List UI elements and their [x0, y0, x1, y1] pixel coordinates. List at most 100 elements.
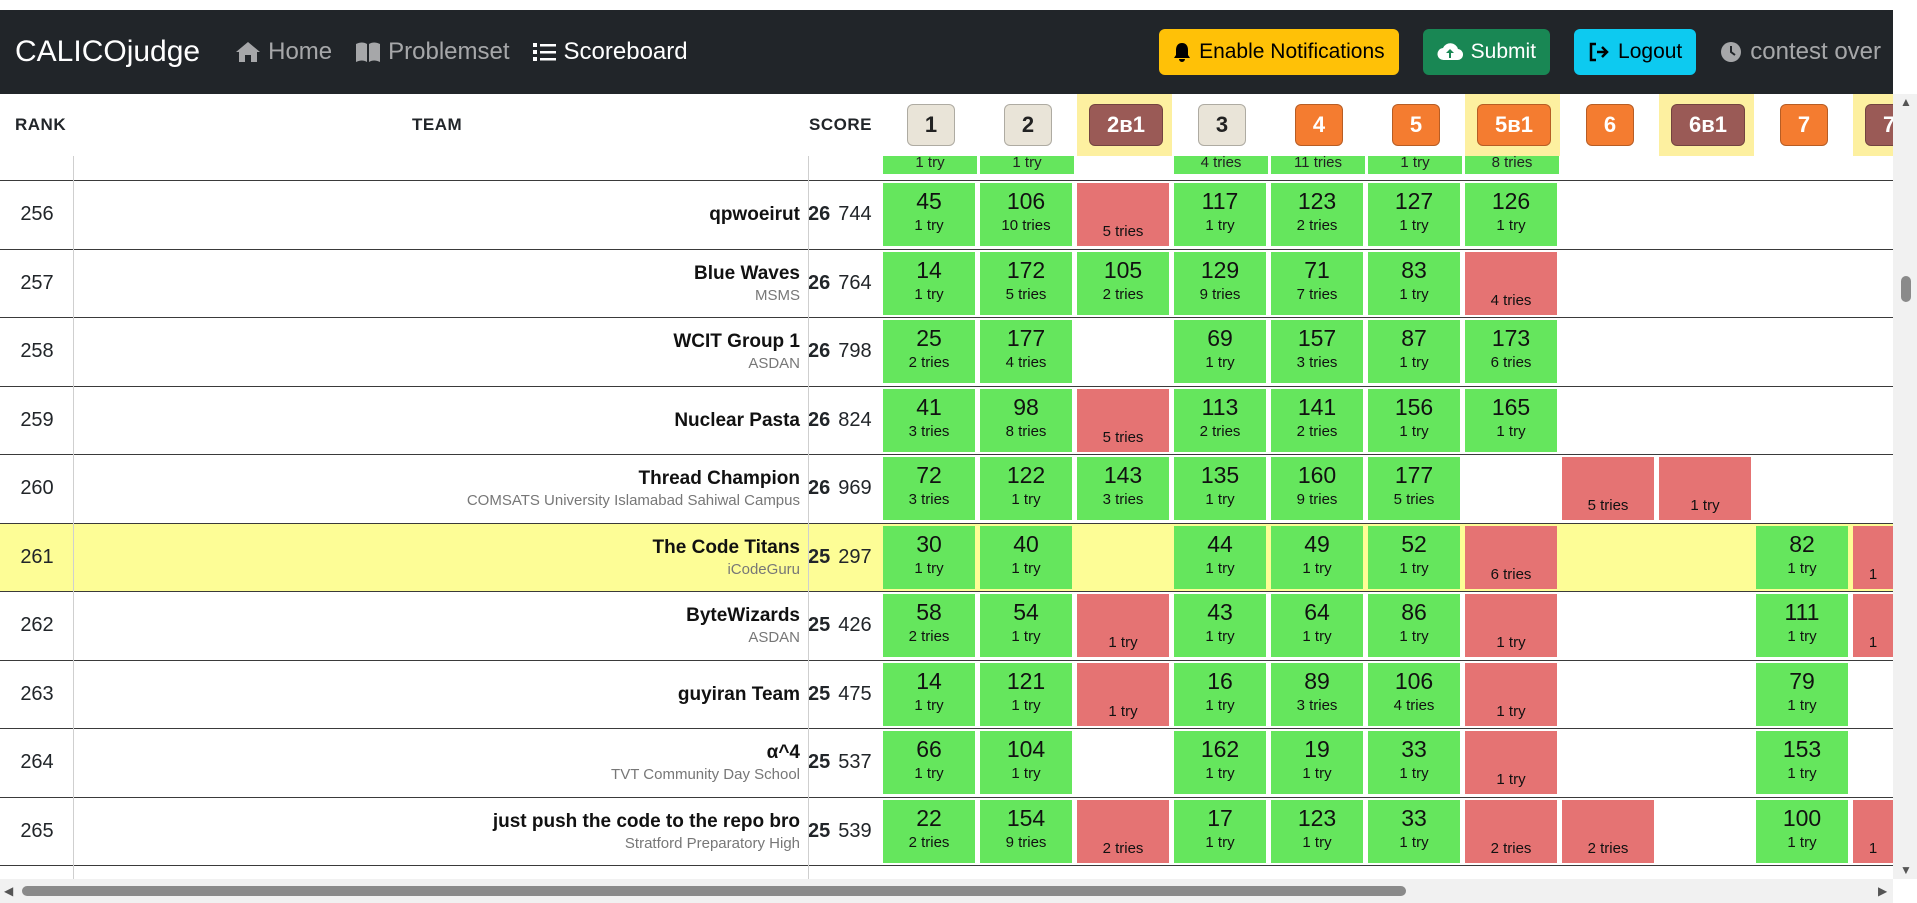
solved-cell[interactable]: 45 1 try [883, 183, 975, 246]
brand-logo[interactable]: CALICOjudge [15, 35, 200, 69]
solved-cell[interactable]: 40 1 try [980, 526, 1072, 589]
failed-cell[interactable]: 1 try [1465, 731, 1557, 794]
failed-cell[interactable]: 2 tries [1077, 800, 1169, 863]
vertical-scrollbar[interactable]: ▲ ▼ [1893, 94, 1917, 879]
problem-badge[interactable]: 4 [1295, 104, 1343, 146]
solved-cell[interactable]: 44 1 try [1174, 526, 1266, 589]
solved-cell[interactable]: 16 1 try [1174, 663, 1266, 726]
solved-cell[interactable]: 14 1 try [883, 252, 975, 315]
score-header[interactable]: SCORE [809, 94, 872, 156]
solved-cell[interactable]: 106 4 tries [1368, 663, 1460, 726]
solved-cell[interactable]: 71 7 tries [1271, 252, 1363, 315]
team-name[interactable]: α^4 [767, 741, 800, 765]
solved-cell[interactable]: 121 1 try [980, 663, 1072, 726]
problem-badge[interactable]: 6в1 [1671, 104, 1745, 146]
scroll-up-arrow-icon[interactable]: ▲ [1900, 96, 1912, 108]
solved-cell[interactable]: 177 4 tries [980, 320, 1072, 383]
solved-cell[interactable]: 177 5 tries [1368, 457, 1460, 520]
solved-cell[interactable]: 82 1 try [1756, 526, 1848, 589]
table-row[interactable]: 260 Thread Champion COMSATS University Isl… [0, 454, 1893, 522]
table-row[interactable]: 256 qpwoeirut 26 744 45 1 try 106 10 tries 5 tri… [0, 180, 1893, 248]
solved-cell[interactable]: 172 5 tries [980, 252, 1072, 315]
team-info[interactable]: Nuclear Pasta [74, 387, 800, 454]
horizontal-scroll-thumb[interactable] [22, 886, 1406, 896]
team-info[interactable]: guyiran Team [74, 661, 800, 728]
solved-cell[interactable]: 141 2 tries [1271, 389, 1363, 452]
solved-cell[interactable]: 66 1 try [883, 731, 975, 794]
table-row[interactable]: 264 α^4 TVT Community Day School 25 537 66 1 t… [0, 728, 1893, 796]
solved-cell[interactable]: 17 1 try [1174, 800, 1266, 863]
solved-cell[interactable]: 143 3 tries [1077, 457, 1169, 520]
problem-badge[interactable]: 6 [1586, 104, 1634, 146]
solved-cell[interactable]: 135 1 try [1174, 457, 1266, 520]
solved-cell[interactable]: 173 6 tries [1465, 320, 1557, 383]
failed-cell[interactable]: 2 tries [1465, 800, 1557, 863]
solved-cell[interactable]: 153 1 try [1756, 731, 1848, 794]
nav-home[interactable]: Home [234, 38, 332, 66]
failed-cell[interactable]: 5 tries [1077, 389, 1169, 452]
team-name[interactable]: just push the code to the repo bro [493, 810, 800, 834]
nav-problemset[interactable]: Problemset [354, 38, 510, 66]
problem-badge[interactable]: 5в1 [1477, 104, 1551, 146]
solved-cell[interactable]: 64 1 try [1271, 594, 1363, 657]
problem-badge[interactable]: 1 [907, 104, 955, 146]
rank-header[interactable]: RANK [15, 94, 66, 156]
solved-cell[interactable]: 104 1 try [980, 731, 1072, 794]
failed-cell[interactable]: 1 try [1465, 663, 1557, 726]
team-info[interactable]: just push the code to the repo bro Stratf… [74, 798, 800, 865]
team-info[interactable]: Blue Waves MSMS [74, 250, 800, 317]
problem-badge[interactable]: 5 [1392, 104, 1440, 146]
team-info[interactable]: The Code Titans iCodeGuru [74, 524, 800, 591]
solved-cell[interactable]: 123 2 tries [1271, 183, 1363, 246]
failed-cell[interactable]: 1 try [1465, 594, 1557, 657]
solved-cell[interactable]: 113 2 tries [1174, 389, 1266, 452]
team-name[interactable]: Blue Waves [694, 262, 800, 286]
solved-cell[interactable]: 14 1 try [883, 663, 975, 726]
problem-badge[interactable]: 3 [1198, 104, 1246, 146]
solved-cell[interactable]: 41 3 tries [883, 389, 975, 452]
failed-cell[interactable]: 4 tries [1465, 252, 1557, 315]
problem-badge[interactable]: 7 [1780, 104, 1828, 146]
table-row[interactable]: 262 ByteWizards ASDAN 25 426 58 2 tries 54 1 try… [0, 591, 1893, 659]
solved-cell[interactable]: 43 1 try [1174, 594, 1266, 657]
table-row[interactable]: 258 WCIT Group 1 ASDAN 26 798 25 2 tries 177 4 t… [0, 317, 1893, 385]
solved-cell[interactable]: 49 1 try [1271, 526, 1363, 589]
failed-cell[interactable]: 1 [1853, 526, 1893, 589]
failed-cell[interactable]: 2 tries [1562, 800, 1654, 863]
solved-cell[interactable]: 52 1 try [1368, 526, 1460, 589]
solved-cell[interactable]: 105 2 tries [1077, 252, 1169, 315]
team-info[interactable]: WCIT Group 1 ASDAN [74, 318, 800, 385]
team-info[interactable]: ByteWizards ASDAN [74, 592, 800, 659]
solved-cell[interactable]: 122 1 try [980, 457, 1072, 520]
enable-notifications-button[interactable]: Enable Notifications [1159, 29, 1399, 75]
solved-cell[interactable]: 100 1 try [1756, 800, 1848, 863]
failed-cell[interactable]: 6 tries [1465, 526, 1557, 589]
solved-cell[interactable]: 83 1 try [1368, 252, 1460, 315]
solved-cell[interactable]: 33 1 try [1368, 800, 1460, 863]
solved-cell[interactable]: 156 1 try [1368, 389, 1460, 452]
solved-cell[interactable]: 106 10 tries [980, 183, 1072, 246]
solved-cell[interactable]: 111 1 try [1756, 594, 1848, 657]
team-name[interactable]: Nuclear Pasta [674, 409, 800, 433]
solved-cell[interactable]: 127 1 try [1368, 183, 1460, 246]
logout-button[interactable]: Logout [1574, 29, 1697, 75]
solved-cell[interactable]: 33 1 try [1368, 731, 1460, 794]
solved-cell[interactable]: 22 2 tries [883, 800, 975, 863]
solved-cell[interactable]: 123 1 try [1271, 800, 1363, 863]
problem-badge[interactable]: 2 [1004, 104, 1052, 146]
failed-cell[interactable]: 5 tries [1077, 183, 1169, 246]
submit-button[interactable]: Submit [1422, 29, 1551, 75]
solved-cell[interactable]: 86 1 try [1368, 594, 1460, 657]
solved-cell[interactable]: 98 8 tries [980, 389, 1072, 452]
failed-cell[interactable]: 1 try [1077, 663, 1169, 726]
solved-cell[interactable]: 58 2 tries [883, 594, 975, 657]
solved-cell[interactable]: 126 1 try [1465, 183, 1557, 246]
failed-cell[interactable]: 1 [1853, 800, 1893, 863]
team-info[interactable]: qpwoeirut [74, 181, 800, 248]
failed-cell[interactable]: 1 try [1077, 594, 1169, 657]
solved-cell[interactable]: 162 1 try [1174, 731, 1266, 794]
solved-cell[interactable]: 160 9 tries [1271, 457, 1363, 520]
solved-cell[interactable]: 54 1 try [980, 594, 1072, 657]
table-row[interactable]: 257 Blue Waves MSMS 26 764 14 1 try 172 5 tries 1… [0, 249, 1893, 317]
solved-cell[interactable]: 87 1 try [1368, 320, 1460, 383]
